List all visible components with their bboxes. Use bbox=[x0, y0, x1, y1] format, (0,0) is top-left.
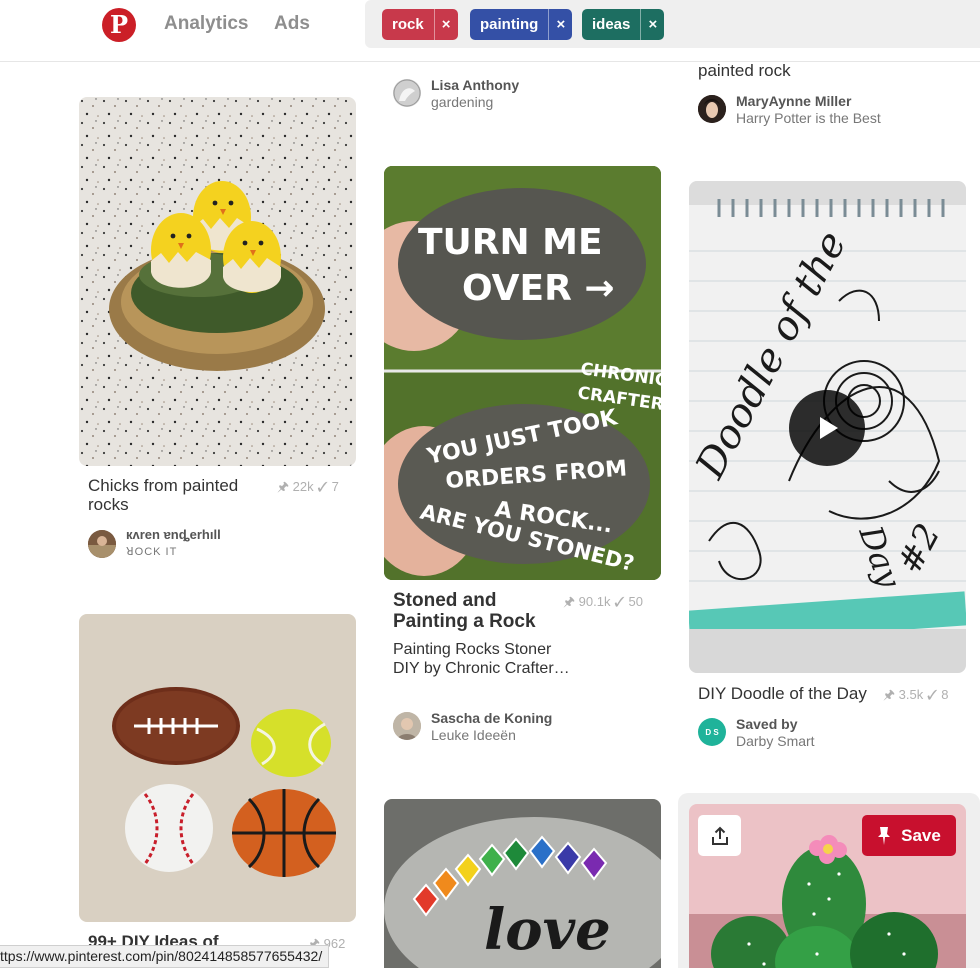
pin-icon bbox=[878, 826, 891, 845]
save-button-label: Save bbox=[901, 825, 941, 845]
pin-image-chicks[interactable] bbox=[79, 97, 356, 466]
board-name[interactable]: gardening bbox=[431, 94, 493, 110]
pinner-name[interactable]: Sascha de Koning bbox=[431, 710, 552, 726]
pin-stats: 🖈 3.5k ✓ 8 bbox=[883, 686, 949, 708]
nav-analytics-link[interactable]: Analytics bbox=[164, 13, 248, 35]
top-navigation: P Analytics Ads rock × painting × ideas … bbox=[0, 0, 980, 62]
pinner-name[interactable]: Saved by bbox=[736, 716, 797, 732]
remove-chip-ideas-icon[interactable]: × bbox=[640, 9, 664, 40]
tried-count: 8 bbox=[941, 687, 949, 702]
avatar[interactable] bbox=[393, 712, 421, 740]
board-name[interactable]: Darby Smart bbox=[736, 733, 815, 749]
check-icon: ✓ bbox=[317, 479, 329, 494]
chip-label: painting bbox=[480, 16, 539, 33]
play-icon[interactable] bbox=[789, 390, 865, 466]
pin-title[interactable]: Stoned and Painting a Rock bbox=[393, 590, 553, 632]
tried-count: 7 bbox=[331, 479, 339, 494]
board-name[interactable]: Harry Potter is the Best bbox=[736, 110, 881, 126]
pin-description: Painting Rocks Stoner DIY by Chronic Cra… bbox=[393, 641, 570, 677]
image-text-over: OVER → bbox=[462, 268, 615, 309]
image-text-turn-me: TURN ME bbox=[418, 222, 603, 263]
share-icon bbox=[711, 826, 728, 845]
nav-ads-link[interactable]: Ads bbox=[274, 13, 310, 35]
browser-status-url: ttps://www.pinterest.com/pin/80241485857… bbox=[0, 945, 330, 968]
board-name[interactable]: Leuke Ideeën bbox=[431, 727, 516, 743]
tried-count: 50 bbox=[628, 594, 643, 609]
board-name[interactable]: ꓤOCK IT bbox=[126, 545, 177, 558]
chip-label: ideas bbox=[592, 16, 631, 33]
pinner-name[interactable]: Lisa Anthony bbox=[431, 77, 519, 93]
avatar[interactable]: D S bbox=[698, 718, 726, 746]
pin-icon: 🖈 bbox=[883, 687, 896, 702]
search-bar[interactable]: rock × painting × ideas × bbox=[365, 0, 980, 48]
pinterest-logo-icon[interactable]: P bbox=[102, 8, 136, 42]
pin-title[interactable]: Chicks from painted rocks bbox=[88, 476, 258, 514]
search-chip-painting: painting × bbox=[470, 9, 573, 40]
remove-chip-rock-icon[interactable]: × bbox=[433, 9, 458, 40]
save-count: 22k bbox=[292, 479, 314, 494]
pin-image-sports-rocks[interactable] bbox=[79, 614, 356, 922]
pin-stats: 🖈 90.1k ✓ 50 bbox=[563, 593, 643, 615]
pinner-name[interactable]: MaryAynne Miller bbox=[736, 93, 851, 109]
pin-title[interactable]: painted rock bbox=[698, 61, 791, 80]
avatar[interactable] bbox=[88, 530, 116, 558]
chip-label: rock bbox=[392, 16, 424, 33]
image-text-love: love bbox=[484, 897, 611, 963]
avatar[interactable] bbox=[393, 79, 421, 107]
share-button[interactable] bbox=[698, 815, 741, 856]
pin-stats: 🖈 22k ✓ 7 bbox=[277, 478, 339, 500]
check-icon: ✓ bbox=[926, 687, 938, 702]
pin-icon: 🖈 bbox=[563, 594, 576, 609]
pin-title[interactable]: DIY Doodle of the Day bbox=[698, 684, 867, 703]
save-button[interactable]: Save bbox=[862, 815, 956, 856]
save-count: 3.5k bbox=[898, 687, 924, 702]
avatar[interactable] bbox=[698, 95, 726, 123]
pin-icon: 🖈 bbox=[277, 479, 290, 494]
search-chip-rock: rock × bbox=[382, 9, 458, 40]
search-chip-ideas: ideas × bbox=[582, 9, 665, 40]
pin-image-stoned[interactable]: TURN ME OVER → CHRONIC CRAFTER YOU JUST … bbox=[384, 166, 661, 580]
check-icon: ✓ bbox=[614, 594, 625, 609]
remove-chip-painting-icon[interactable]: × bbox=[548, 9, 572, 40]
pin-image-love-rock[interactable]: love bbox=[384, 799, 661, 968]
save-count: 90.1k bbox=[578, 594, 611, 609]
pinner-name[interactable]: кʌren ɐnȡerhıll bbox=[126, 527, 221, 542]
